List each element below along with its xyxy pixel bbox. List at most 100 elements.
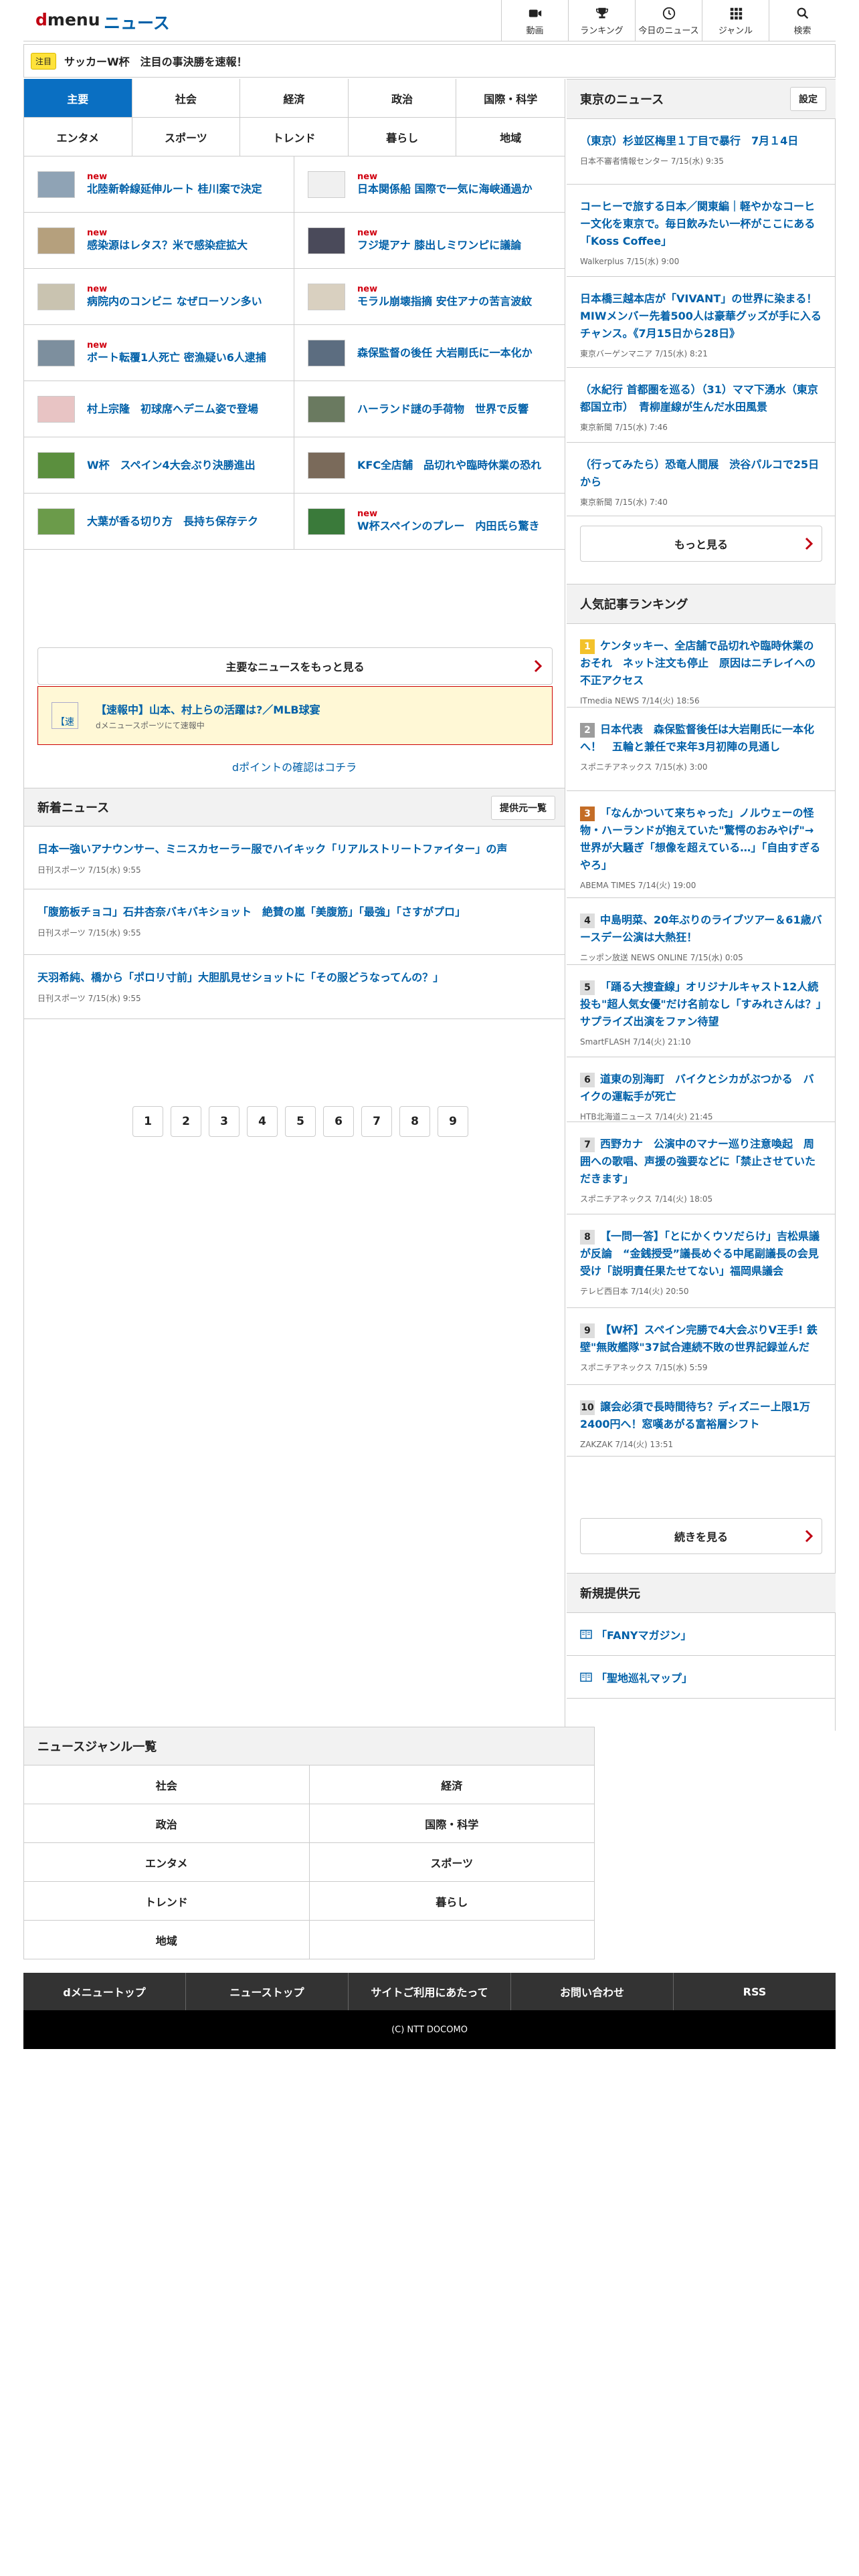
ranking-item[interactable]: 4 中島明菜、20年ぶりのライブツアー＆61歳バースデー公演は大熱狂！ ニッポン放送…: [567, 898, 836, 965]
footer-link-news-top[interactable]: ニューストップ: [186, 1973, 349, 2010]
top-news-item[interactable]: new 北陸新幹線延伸ルート 桂川案で決定: [24, 156, 294, 213]
nav-video[interactable]: 動画: [501, 0, 568, 41]
page-button[interactable]: 7: [361, 1106, 392, 1137]
tab-economy[interactable]: 経済: [240, 79, 349, 118]
tokyo-news-item[interactable]: （水紀行 首都圏を巡る）（31）ママ下湧水（東京都国立市） 青柳崖線が生んだ水田…: [567, 368, 836, 443]
footer-link-terms[interactable]: サイトご利用にあたって: [349, 1973, 511, 2010]
notice-bar[interactable]: 注目 サッカーW杯 注目の事決勝を速報！: [23, 44, 836, 78]
ranking-meta: ABEMA TIMES 7/14(火) 19:00: [580, 881, 696, 890]
top-news-item[interactable]: W杯 スペイン4大会ぶり決勝進出: [24, 437, 294, 494]
top-news-item[interactable]: KFC全店舗 品切れや臨時休業の恐れ: [294, 437, 565, 494]
rank-number: 4: [580, 914, 595, 928]
top-news-item[interactable]: 大葉が香る切り方 長持ち保存テク: [24, 494, 294, 550]
ranking-meta: テレビ西日本 7/14(火) 20:50: [580, 1287, 689, 1296]
tab-politics[interactable]: 政治: [348, 79, 457, 118]
ranking-title: 譲会必須で長時間待ち？ディズニー上限1万2400円へ！窓嘆あがる富裕層シフト: [580, 1400, 811, 1430]
news-thumbnail: [37, 451, 75, 479]
footer-link-dmenu-top[interactable]: dメニュートップ: [23, 1973, 186, 2010]
genre-item[interactable]: エンタメ: [24, 1843, 310, 1882]
trophy-icon: [595, 7, 608, 18]
tab-sports[interactable]: スポーツ: [132, 118, 241, 156]
genre-item[interactable]: 地域: [24, 1921, 310, 1959]
top-news-item[interactable]: new ボート転覆1人死亡 密漁疑い6人逮捕: [24, 325, 294, 381]
top-news-item[interactable]: 村上宗隆 初球席へデニム姿で登場: [24, 381, 294, 437]
tokyo-news-item[interactable]: （行ってみたら）恐竜人間展 渋谷パルコで25日から 東京新聞 7/15(水) 7…: [567, 443, 836, 516]
nav-genre[interactable]: ジャンル: [702, 0, 769, 41]
provider-item[interactable]: 「FANYマガジン」: [567, 1613, 836, 1656]
top-news-item[interactable]: ハーランド謎の手荷物 世界で反響: [294, 381, 565, 437]
latest-news-item[interactable]: 天羽希純、橋から「ポロリ寸前」大胆肌見せショットに「その服どうなってんの？」 日…: [24, 955, 565, 1019]
ranking-item[interactable]: 9 【W杯】スペイン完勝で4大会ぶりV王手! 鉄壁"無敗艦隊"37試合連続不敗の世…: [567, 1308, 836, 1385]
top-news-item[interactable]: new W杯スペインのプレー 内田氏ら驚き: [294, 494, 565, 550]
dmenu-logo[interactable]: dmenu: [35, 10, 100, 29]
news-thumbnail: [37, 395, 75, 423]
tokyo-news-item[interactable]: 日本橋三越本店が「VIVANT」の世界に染まる！MIWメンバー先着500人は豪華…: [567, 277, 836, 368]
ranking-more-button[interactable]: 続きを見る: [580, 1518, 822, 1554]
top-news-item[interactable]: new 病院内のコンビニ なぜローソン多い: [24, 269, 294, 325]
ranking-item[interactable]: 5 「踊る大捜査線」オリジナルキャスト12人続投も"超人気女優"だけ名前なし「すみ…: [567, 965, 836, 1057]
genre-item[interactable]: 国際・科学: [309, 1804, 595, 1843]
genre-item[interactable]: 経済: [309, 1765, 595, 1804]
page-button[interactable]: 4: [247, 1106, 278, 1137]
genre-item[interactable]: スポーツ: [309, 1843, 595, 1882]
top-news-item[interactable]: new モラル崩壊指摘 安住アナの苦言波紋: [294, 269, 565, 325]
tab-trend[interactable]: トレンド: [240, 118, 349, 156]
ranking-item[interactable]: 2 日本代表 森保監督後任は大岩剛氏に一本化へ！ 五輪と兼任で来年3月初陣の見通し…: [567, 708, 836, 791]
mlb-banner[interactable]: 【速 【速報中】山本、村上らの活躍は?／MLB球宴 dメニュースポーツにて速報中: [37, 686, 553, 745]
nav-search[interactable]: 検索: [769, 0, 836, 41]
genre-item[interactable]: 社会: [24, 1765, 310, 1804]
latest-news-item[interactable]: 「腹筋板チョコ」石井杏奈バキバキショット 絶賛の嵐「美腹筋」「最強」「さすがプロ…: [24, 889, 565, 955]
header: dmenu ニュース 動画 ランキング 今日のニュース ジャンル 検索: [23, 0, 836, 41]
nav-ranking[interactable]: ランキング: [568, 0, 635, 41]
page-button[interactable]: 9: [438, 1106, 468, 1137]
top-news-item[interactable]: new 日本関係船 国際で一気に海峡通過か: [294, 156, 565, 213]
settings-button[interactable]: 設定: [790, 87, 826, 111]
top-news-item[interactable]: new フジ堤アナ 膝出しミワンピに議論: [294, 213, 565, 269]
banner-subtitle: dメニュースポーツにて速報中: [96, 720, 205, 730]
news-thumbnail: [308, 508, 345, 535]
page-button[interactable]: 5: [285, 1106, 316, 1137]
ranking-item[interactable]: 1 ケンタッキー、全店舗で品切れや臨時休業のおそれ ネット注文も停止 原因はニチレ…: [567, 624, 836, 708]
footer-link-rss[interactable]: RSS: [674, 1973, 836, 2010]
footer-link-contact[interactable]: お問い合わせ: [511, 1973, 674, 2010]
top-news-item[interactable]: 森保監督の後任 大岩剛氏に一本化か: [294, 325, 565, 381]
header-nav: 動画 ランキング 今日のニュース ジャンル 検索: [501, 0, 836, 41]
tab-society[interactable]: 社会: [132, 79, 241, 118]
provider-item[interactable]: 「聖地巡礼マップ」: [567, 1656, 836, 1699]
ranking-header: 人気記事ランキング: [567, 584, 836, 624]
latest-news-item[interactable]: 日本一強いアナウンサー、ミニスカセーラー服でハイキック「リアルストリートファイタ…: [24, 827, 565, 889]
news-brand-title[interactable]: ニュース: [104, 10, 170, 34]
dpoint-link[interactable]: dポイントの確認はコチラ: [24, 758, 565, 774]
ranking-item[interactable]: 10 譲会必須で長時間待ち？ディズニー上限1万2400円へ！窓嘆あがる富裕層シフト…: [567, 1385, 836, 1457]
tab-entertainment[interactable]: エンタメ: [24, 118, 132, 156]
ranking-item[interactable]: 7 西野カナ 公演中のマナー巡り注意喚起 周囲への歌唱、声援の強要などに「禁止させ…: [567, 1122, 836, 1214]
tokyo-news-item[interactable]: コーヒーで旅する日本／関東編｜軽やかなコーヒー文化を東京で。毎日飲みたい一杯がこ…: [567, 185, 836, 277]
genre-item[interactable]: トレンド: [24, 1882, 310, 1921]
tab-region[interactable]: 地域: [456, 118, 565, 156]
genre-item[interactable]: 暮らし: [309, 1882, 595, 1921]
page-button[interactable]: 2: [171, 1106, 201, 1137]
page-button[interactable]: 6: [323, 1106, 354, 1137]
ranking-item[interactable]: 8 【一問一答】「とにかくウソだらけ」吉松県議が反論 “金銭授受”議長めぐる中尾副…: [567, 1214, 836, 1308]
news-text: 大葉が香る切り方 長持ち保存テク: [87, 514, 258, 529]
notice-text: サッカーW杯 注目の事決勝を速報！: [64, 56, 248, 68]
genre-item[interactable]: 政治: [24, 1804, 310, 1843]
tokyo-more-button[interactable]: もっと見る: [580, 526, 822, 562]
nav-today[interactable]: 今日のニュース: [635, 0, 702, 41]
genre-list-header: ニュースジャンル一覧: [23, 1727, 595, 1765]
tab-life[interactable]: 暮らし: [348, 118, 457, 156]
page-button[interactable]: 3: [209, 1106, 240, 1137]
page-button[interactable]: 8: [399, 1106, 430, 1137]
ranking-meta: ニッポン放送 NEWS ONLINE 7/15(水) 0:05: [580, 953, 743, 962]
top-news-item[interactable]: new 感染源はレタス？米で感染症拡大: [24, 213, 294, 269]
more-main-news-button[interactable]: 主要なニュースをもっと見る: [37, 647, 553, 685]
tab-main[interactable]: 主要: [24, 79, 132, 118]
new-badge: new: [87, 227, 108, 238]
ranking-item[interactable]: 3 「なんかついて来ちゃった」ノルウェーの怪物・ハーランドが抱えていた"驚愕のおみ…: [567, 791, 836, 898]
provider-list-button[interactable]: 提供元一覧: [491, 796, 555, 820]
tokyo-news-item[interactable]: （東京）杉並区梅里１丁目で暴行 7月１4日 日本不審者情報センター 7/15(水…: [567, 119, 836, 185]
page-button[interactable]: 1: [132, 1106, 163, 1137]
ranking-item[interactable]: 6 道東の別海町 バイクとシカがぶつかる バイクの運転手が死亡 HTB北海道ニュース…: [567, 1057, 836, 1122]
news-title: 感染源はレタス？米で感染症拡大: [87, 238, 248, 251]
tab-international[interactable]: 国際・科学: [456, 79, 565, 118]
